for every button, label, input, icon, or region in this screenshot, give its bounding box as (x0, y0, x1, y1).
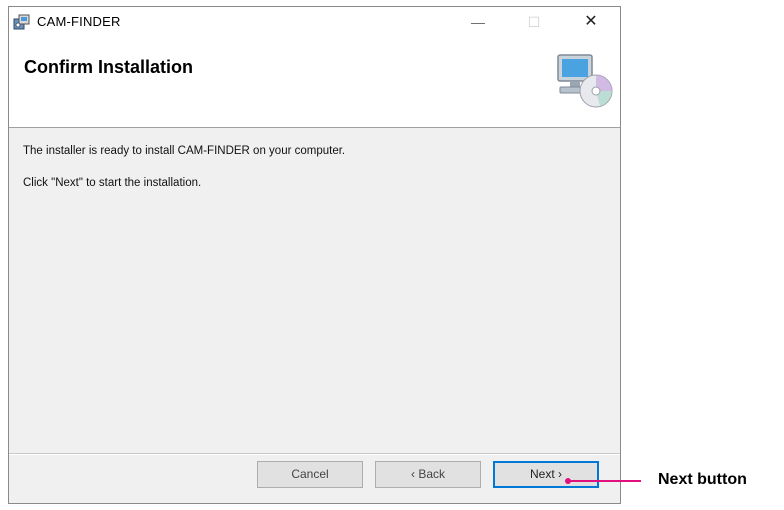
click-next-text: Click "Next" to start the installation. (23, 177, 202, 189)
back-button[interactable]: ‹ Back (375, 461, 481, 488)
next-button-callout-label: Next button (658, 471, 747, 488)
close-button[interactable]: ✕ (568, 7, 614, 37)
cancel-button[interactable]: Cancel (257, 461, 363, 488)
footer-divider (9, 453, 620, 455)
callout-line (567, 480, 641, 482)
dialog-header: Confirm Installation (9, 37, 620, 128)
computer-cd-icon (554, 51, 614, 111)
next-button[interactable]: Next › (493, 461, 599, 488)
title-bar[interactable]: CAM-FINDER — ☐ ✕ (9, 7, 620, 37)
maximize-button[interactable]: ☐ (511, 7, 557, 37)
page-title: Confirm Installation (24, 57, 194, 77)
installer-window: CAM-FINDER — ☐ ✕ Confirm Installation Th… (8, 6, 621, 504)
installer-app-icon (13, 13, 31, 31)
install-ready-text: The installer is ready to install CAM-FI… (23, 145, 346, 157)
minimize-button[interactable]: — (455, 7, 501, 37)
window-title: CAM-FINDER (37, 14, 121, 29)
